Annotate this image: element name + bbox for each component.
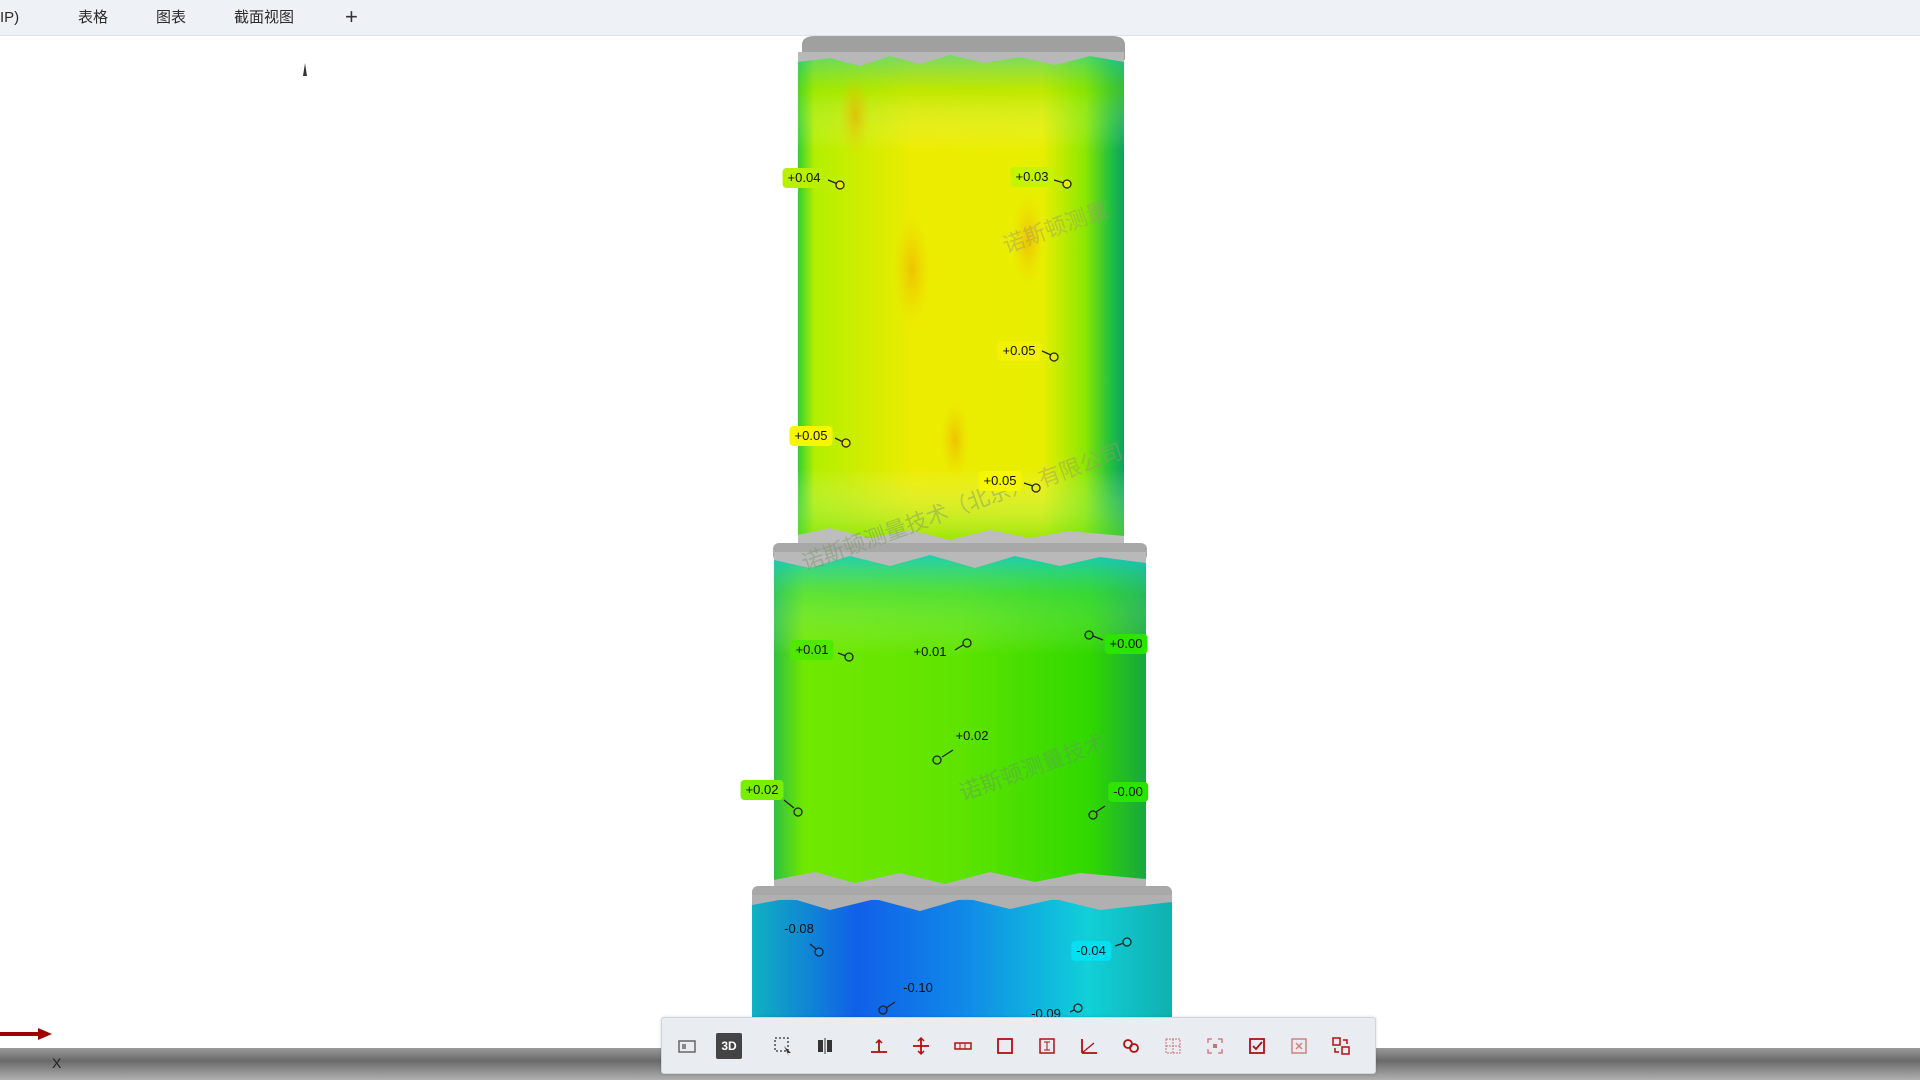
deviation-callout[interactable]: -0.10 — [898, 978, 938, 998]
grid-select-icon — [1165, 1038, 1181, 1054]
angle-icon — [1081, 1039, 1097, 1054]
deviation-callout[interactable]: -0.08 — [779, 919, 819, 939]
deviation-callout[interactable]: +0.01 — [909, 642, 952, 662]
link-button[interactable] — [1118, 1033, 1144, 1059]
frame-button[interactable] — [992, 1033, 1018, 1059]
point-annotate-button[interactable] — [866, 1033, 892, 1059]
middle-cylinder — [773, 543, 1147, 892]
3d-viewport[interactable]: 诺斯顿测量 有限公司 诺斯顿测量技术（北京） 诺斯顿测量技术 +0.04 +0.… — [0, 35, 1920, 1080]
point-annotate-icon — [871, 1038, 887, 1053]
deviation-color-map — [0, 36, 1920, 1080]
close-box-icon — [1291, 1038, 1307, 1054]
check-button[interactable] — [1244, 1033, 1270, 1059]
angle-button[interactable] — [1076, 1033, 1102, 1059]
close-box-button[interactable] — [1286, 1033, 1312, 1059]
axis-x-label: X — [52, 1055, 62, 1071]
view-2d-icon — [678, 1040, 696, 1053]
deviation-callout[interactable]: +0.01 — [790, 640, 834, 660]
select-area-button[interactable] — [770, 1033, 796, 1059]
frame-icon — [997, 1038, 1013, 1054]
link-icon — [1123, 1039, 1139, 1053]
deviation-callout[interactable]: +0.00 — [1104, 634, 1148, 654]
deviation-callout[interactable]: +0.04 — [782, 168, 826, 188]
view-3d-button[interactable]: 3D — [716, 1033, 742, 1059]
measure-icon — [954, 1042, 972, 1050]
split-view-button[interactable] — [812, 1033, 838, 1059]
fit-view-icon — [1207, 1038, 1223, 1054]
swap-icon — [1332, 1037, 1350, 1055]
view-3d-icon: 3D — [721, 1039, 737, 1053]
tab-table[interactable]: 表格 — [78, 0, 108, 35]
fit-view-button[interactable] — [1202, 1033, 1228, 1059]
cursor-icon — [303, 63, 307, 76]
measure-button[interactable] — [950, 1033, 976, 1059]
split-view-icon — [818, 1038, 832, 1054]
view-toolbar: 3D — [661, 1017, 1376, 1074]
deviation-callout[interactable]: +0.05 — [997, 341, 1041, 361]
deviation-callout[interactable]: -0.00 — [1108, 782, 1148, 802]
deviation-callout[interactable]: +0.03 — [1010, 167, 1054, 187]
select-area-icon — [774, 1037, 791, 1056]
tab-chart[interactable]: 图表 — [156, 0, 186, 35]
deviation-callout[interactable]: -0.04 — [1071, 941, 1111, 961]
add-tab-button[interactable]: + — [345, 0, 358, 35]
cross-section-icon — [913, 1036, 929, 1056]
check-icon — [1249, 1038, 1265, 1054]
tab-section-view[interactable]: 截面视图 — [234, 0, 294, 35]
view-2d-button[interactable] — [674, 1033, 700, 1059]
cross-section-button[interactable] — [908, 1033, 934, 1059]
deviation-callout[interactable]: +0.02 — [951, 726, 994, 746]
axis-x-arrow — [0, 1028, 52, 1040]
dimension-icon — [1039, 1038, 1055, 1054]
deviation-callout[interactable]: +0.05 — [978, 471, 1022, 491]
deviation-callout[interactable]: +0.02 — [740, 780, 784, 800]
deviation-callout[interactable]: +0.05 — [789, 426, 833, 446]
tab-bar: IP) 表格 图表 截面视图 + — [0, 0, 1920, 36]
tab-partial[interactable]: IP) — [0, 0, 19, 35]
swap-button[interactable] — [1328, 1033, 1354, 1059]
grid-select-button[interactable] — [1160, 1033, 1186, 1059]
dimension-button[interactable] — [1034, 1033, 1060, 1059]
